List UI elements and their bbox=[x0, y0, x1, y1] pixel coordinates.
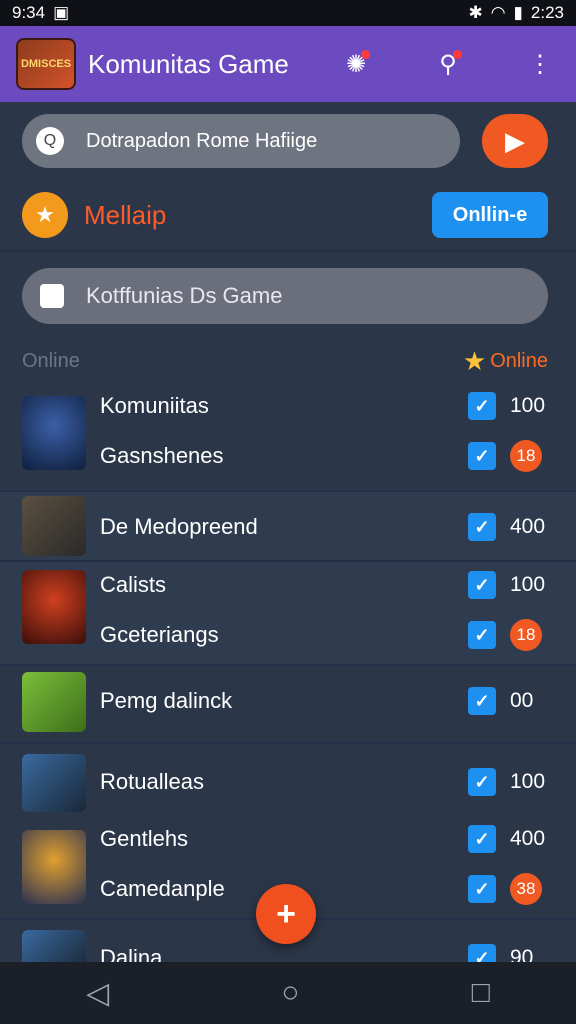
item-value: 00 bbox=[510, 689, 534, 712]
section-header: Online ★ Online bbox=[22, 344, 548, 378]
app-title: Komunitas Game bbox=[88, 48, 289, 79]
list-row[interactable]: Calists ✓ 100 bbox=[0, 565, 576, 605]
item-value: 100 bbox=[510, 394, 546, 417]
item-name: Komuniitas bbox=[100, 393, 209, 418]
list-row[interactable]: Rotualleas ✓ 100 bbox=[0, 762, 576, 802]
wifi-icon: ◠ bbox=[490, 3, 506, 22]
notification-dot bbox=[453, 50, 462, 59]
checkbox[interactable]: ✓ bbox=[468, 875, 496, 903]
checkbox[interactable]: ✓ bbox=[468, 621, 496, 649]
checkbox[interactable]: ✓ bbox=[468, 442, 496, 470]
battery-icon: ▮ bbox=[513, 3, 523, 22]
home-icon[interactable]: ○ bbox=[281, 976, 299, 1010]
checkbox[interactable]: ✓ bbox=[468, 687, 496, 715]
search-icon[interactable]: ⚲ bbox=[428, 44, 468, 84]
search-text: Dotrapadon Rome Hafiige bbox=[86, 129, 318, 152]
app-logo: DMISCES bbox=[16, 38, 76, 90]
filter-text: Kotffunias Ds Game bbox=[86, 283, 283, 308]
item-name: Rotualleas bbox=[100, 769, 204, 794]
checkbox[interactable]: ✓ bbox=[468, 392, 496, 420]
notification-dot bbox=[361, 50, 370, 59]
play-button[interactable]: ▶ bbox=[482, 114, 548, 168]
item-name: De Medopreend bbox=[100, 514, 258, 539]
count-badge: 38 bbox=[510, 873, 542, 905]
feature-row: ★ Mellaip Onllin-e bbox=[22, 190, 548, 240]
feature-label: Mellaip bbox=[84, 199, 167, 230]
item-name: Gentlehs bbox=[100, 826, 189, 851]
item-value: 100 bbox=[510, 770, 546, 793]
item-value: 400 bbox=[510, 515, 546, 538]
item-name: Camedanple bbox=[100, 876, 225, 901]
bag-icon bbox=[40, 284, 64, 308]
count-badge: 18 bbox=[510, 440, 542, 472]
bug-icon[interactable]: ✺ bbox=[336, 44, 376, 84]
add-fab-button[interactable]: + bbox=[256, 884, 316, 944]
notification-icon: ▣ bbox=[53, 3, 70, 22]
play-icon: ▶ bbox=[505, 125, 525, 156]
search-icon: Q bbox=[36, 127, 64, 155]
search-bar[interactable]: Q Dotrapadon Rome Hafiige bbox=[22, 114, 460, 168]
section-right: ★ Online bbox=[463, 346, 548, 377]
recents-icon[interactable]: □ bbox=[472, 976, 490, 1010]
status-time: 9:34 bbox=[12, 3, 46, 22]
status-bar: 9:34 ▣ ✱ ◠ ▮ 2:23 bbox=[0, 0, 576, 26]
star-icon: ★ bbox=[462, 345, 487, 376]
list-group: Pemg dalinck ✓ 00 bbox=[0, 666, 576, 744]
list-group: Calists ✓ 100 Gceteriangs ✓ 18 bbox=[0, 562, 576, 666]
checkbox[interactable]: ✓ bbox=[468, 513, 496, 541]
list-group: Komuniitas ✓ 100 Gasnshenes ✓ 18 bbox=[0, 384, 576, 492]
list-row[interactable]: Gentlehs ✓ 400 bbox=[0, 819, 576, 859]
list-row[interactable]: Komuniitas ✓ 100 bbox=[0, 386, 576, 426]
status-right-time: 2:23 bbox=[530, 3, 564, 22]
section-left-label: Online bbox=[22, 349, 80, 372]
checkbox[interactable]: ✓ bbox=[468, 571, 496, 599]
more-icon[interactable]: ⋮ bbox=[520, 44, 560, 84]
item-name: Gasnshenes bbox=[100, 443, 224, 468]
back-icon[interactable]: ◁ bbox=[86, 976, 109, 1011]
filter-field[interactable]: Kotffunias Ds Game bbox=[22, 268, 548, 324]
star-icon: ★ bbox=[22, 192, 68, 238]
bluetooth-icon: ✱ bbox=[468, 3, 483, 22]
item-name: Gceteriangs bbox=[100, 622, 219, 647]
item-name: Pemg dalinck bbox=[100, 688, 233, 713]
divider bbox=[0, 250, 576, 252]
list-row[interactable]: Pemg dalinck ✓ 00 bbox=[0, 681, 576, 721]
list-group: De Medopreend ✓ 400 bbox=[0, 492, 576, 562]
list-row[interactable]: Gceteriangs ✓ 18 bbox=[0, 615, 576, 655]
checkbox[interactable]: ✓ bbox=[468, 768, 496, 796]
system-nav-bar: ◁ ○ □ bbox=[0, 962, 576, 1024]
app-bar: DMISCES Komunitas Game ✺ ⚲ ⋮ bbox=[0, 26, 576, 102]
section-right-label: Online bbox=[490, 349, 548, 372]
item-name: Calists bbox=[100, 572, 167, 597]
online-button[interactable]: Onllin-e bbox=[432, 192, 548, 238]
item-value: 400 bbox=[510, 827, 546, 850]
item-value: 100 bbox=[510, 573, 546, 596]
checkbox[interactable]: ✓ bbox=[468, 825, 496, 853]
list-row[interactable]: De Medopreend ✓ 400 bbox=[0, 507, 576, 547]
list-row[interactable]: Gasnshenes ✓ 18 bbox=[0, 436, 576, 476]
count-badge: 18 bbox=[510, 619, 542, 651]
